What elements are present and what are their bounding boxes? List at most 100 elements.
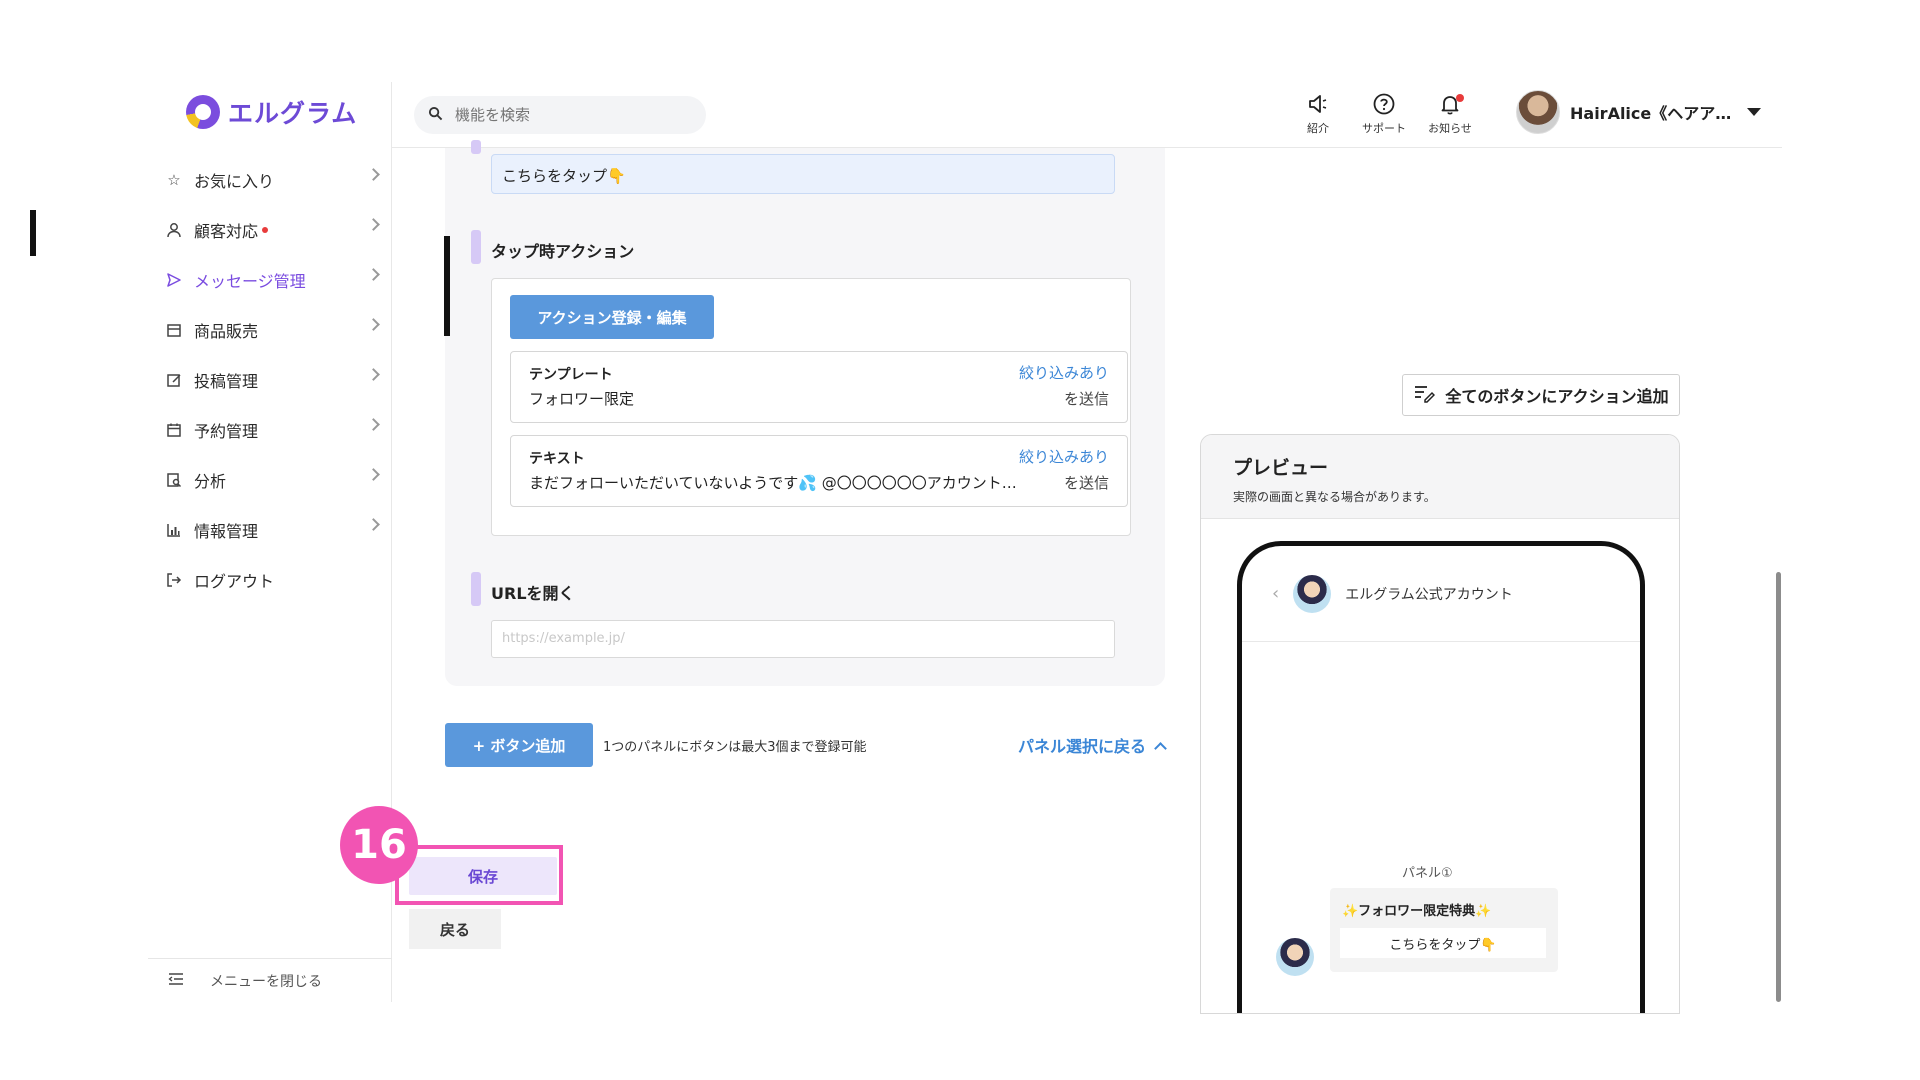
phone-side-button [30, 210, 36, 256]
megaphone-icon [1290, 92, 1346, 120]
filter-link[interactable]: 絞り込みあり [1019, 362, 1109, 383]
support-button[interactable]: サポート [1356, 92, 1412, 136]
sidebar-item-logout[interactable]: ログアウト [164, 555, 390, 605]
action-type: テキスト [529, 451, 585, 467]
sidebar-item-info[interactable]: 情報管理 [164, 505, 390, 555]
list-edit-icon [1413, 383, 1436, 407]
account-name: エルグラム公式アカウント [1345, 586, 1513, 603]
sidebar-nav: ☆ お気に入り 顧客対応 メッセージ管理 商品販売 投稿管理 予約管理 分析 情… [164, 155, 390, 605]
add-action-all-label: 全てのボタンにアクション追加 [1445, 387, 1669, 406]
scrollbar[interactable] [1776, 572, 1781, 1002]
user-menu[interactable]: HairAlice《ヘアア… [1516, 90, 1762, 134]
section-marker [471, 572, 481, 606]
action-value: まだフォローいただいていないようです💦 @〇〇〇〇〇〇アカウント… [529, 474, 1017, 492]
sidebar-item-message[interactable]: メッセージ管理 [164, 255, 390, 305]
action-value: フォロワー限定 [529, 390, 635, 408]
phone-mockup: ‹ エルグラム公式アカウント パネル① ✨フォロワー限定特典✨ こちらをタップ👇 [1237, 541, 1645, 1013]
preview-subtitle: 実際の画面と異なる場合があります。 [1233, 490, 1436, 504]
button-text-input[interactable]: こちらをタップ👇 [491, 154, 1115, 194]
star-icon: ☆ [167, 171, 181, 189]
avatar [1516, 90, 1560, 134]
calendar-icon [164, 420, 184, 440]
action-card-template[interactable]: テンプレート フォロワー限定 絞り込みあり を送信 [510, 351, 1128, 423]
intro-label: 紹介 [1307, 122, 1329, 135]
analysis-icon [164, 470, 184, 490]
chevron-right-icon [367, 168, 380, 181]
add-button-row: + ボタン追加 1つのパネルにボタンは最大3個まで登録可能 パネル選択に戻る [445, 723, 1167, 767]
caret-down-icon [1747, 108, 1762, 116]
bell-icon [1422, 92, 1478, 120]
sidebar-item-posts[interactable]: 投稿管理 [164, 355, 390, 405]
top-header: 紹介 サポート お知らせ HairAlice《ヘアア… [392, 82, 1782, 148]
sidebar-item-label: ログアウト [194, 572, 275, 591]
save-button[interactable]: 保存 [409, 857, 557, 895]
intro-button[interactable]: 紹介 [1290, 92, 1346, 136]
chevron-right-icon [367, 268, 380, 281]
tap-action-title: タップ時アクション [491, 242, 635, 261]
section-marker [471, 230, 481, 264]
sidebar-item-label: 予約管理 [194, 422, 259, 441]
notice-label: お知らせ [1428, 122, 1472, 135]
message-button[interactable]: こちらをタップ👇 [1340, 928, 1546, 958]
chevron-right-icon [367, 368, 380, 381]
sidebar-item-favorites[interactable]: ☆ お気に入り [164, 155, 390, 205]
help-icon [1356, 92, 1412, 120]
button-editor-panel: こちらをタップ👇 タップ時アクション アクション登録・編集 テンプレート フォロ… [445, 140, 1165, 686]
sidebar-item-customer[interactable]: 顧客対応 [164, 205, 390, 255]
logo-icon [186, 95, 220, 129]
edit-icon [164, 370, 184, 390]
send-icon [164, 270, 184, 290]
notification-dot [262, 227, 269, 233]
panel-label: パネル① [1402, 866, 1453, 881]
menu-collapse-icon [168, 971, 184, 990]
close-menu-label: メニューを閉じる [210, 973, 322, 990]
chevron-right-icon [367, 468, 380, 481]
notice-dot [1456, 94, 1464, 102]
filter-link[interactable]: 絞り込みあり [1019, 446, 1109, 467]
sidebar-item-label: 情報管理 [194, 522, 259, 541]
chart-icon [164, 520, 184, 540]
sidebar-item-label: メッセージ管理 [194, 272, 306, 291]
sidebar-item-analysis[interactable]: 分析 [164, 455, 390, 505]
sidebar-item-label: 分析 [194, 472, 227, 491]
action-type: テンプレート [529, 367, 613, 383]
notice-button[interactable]: お知らせ [1422, 92, 1478, 136]
url-input[interactable]: https://example.jp/ [491, 620, 1115, 658]
back-button[interactable]: 戻る [409, 909, 501, 949]
logo-text: エルグラム [228, 99, 358, 128]
chevron-right-icon [367, 518, 380, 531]
chevron-right-icon [367, 218, 380, 231]
sidebar-item-label: 商品販売 [194, 322, 259, 341]
preview-title: プレビュー [1233, 457, 1329, 479]
chevron-up-icon [1154, 742, 1167, 755]
message-card: ✨フォロワー限定特典✨ こちらをタップ👇 [1330, 888, 1558, 972]
sidebar-item-sales[interactable]: 商品販売 [164, 305, 390, 355]
sidebar-item-label: 顧客対応 [194, 222, 259, 241]
account-avatar [1293, 574, 1332, 613]
logout-icon [164, 570, 184, 590]
search-box[interactable] [414, 96, 706, 134]
search-input[interactable] [455, 106, 685, 124]
back-to-panel-link[interactable]: パネル選択に戻る [1017, 733, 1167, 757]
user-name: HairAlice《ヘアア… [1570, 104, 1732, 123]
support-label: サポート [1362, 122, 1406, 135]
url-open-title: URLを開く [491, 584, 575, 603]
back-to-panel-label: パネル選択に戻る [1017, 737, 1146, 756]
search-icon [428, 106, 443, 125]
add-action-all-buttons[interactable]: 全てのボタンにアクション追加 [1402, 374, 1680, 416]
back-chevron-icon: ‹ [1272, 583, 1280, 604]
preview-header: プレビュー 実際の画面と異なる場合があります。 [1201, 435, 1679, 519]
section-marker [471, 140, 481, 154]
close-menu-button[interactable]: メニューを閉じる [148, 958, 392, 1002]
chat-header: ‹ エルグラム公式アカウント [1242, 546, 1640, 642]
sender-avatar [1276, 938, 1314, 976]
store-icon [164, 320, 184, 340]
action-card-text[interactable]: テキスト まだフォローいただいていないようです💦 @〇〇〇〇〇〇アカウント… 絞… [510, 435, 1128, 507]
chevron-right-icon [367, 318, 380, 331]
sidebar-item-label: 投稿管理 [194, 372, 259, 391]
sidebar-item-reservation[interactable]: 予約管理 [164, 405, 390, 455]
step-badge: 16 [340, 806, 418, 884]
add-button[interactable]: + ボタン追加 [445, 723, 593, 767]
action-register-button[interactable]: アクション登録・編集 [510, 295, 714, 339]
app-logo[interactable]: エルグラム [186, 94, 357, 130]
